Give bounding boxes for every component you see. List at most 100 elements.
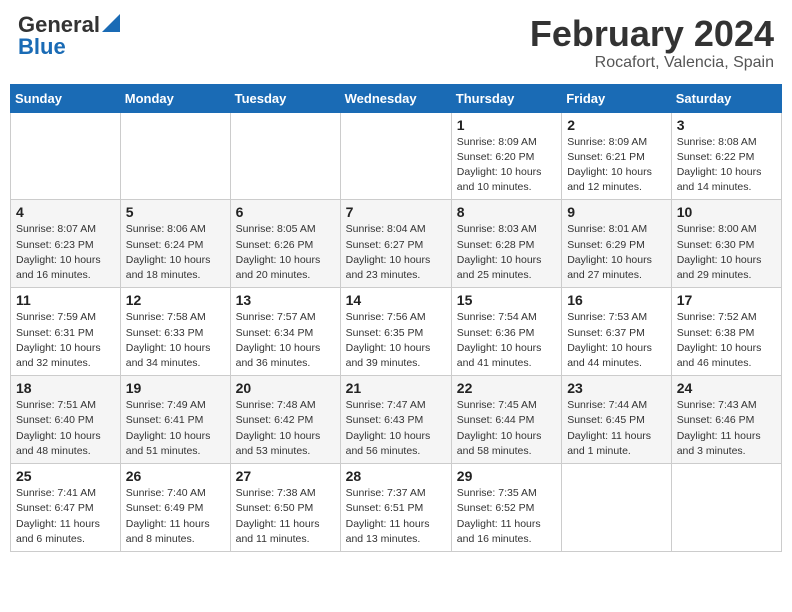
day-info: Sunrise: 7:48 AM Sunset: 6:42 PM Dayligh… bbox=[236, 398, 335, 459]
day-number: 14 bbox=[346, 292, 446, 308]
calendar-cell: 11 Sunrise: 7:59 AM Sunset: 6:31 PM Dayli… bbox=[11, 288, 121, 376]
day-number: 21 bbox=[346, 380, 446, 396]
day-number: 23 bbox=[567, 380, 666, 396]
calendar-week-row: 4 Sunrise: 8:07 AM Sunset: 6:23 PM Daylig… bbox=[11, 200, 782, 288]
calendar-cell: 5Sunrise: 8:06 AM Sunset: 6:24 PM Daylig… bbox=[120, 200, 230, 288]
calendar-cell: 8Sunrise: 8:03 AM Sunset: 6:28 PM Daylig… bbox=[451, 200, 561, 288]
day-info: Sunrise: 7:54 AM Sunset: 6:36 PM Dayligh… bbox=[457, 310, 556, 371]
day-number: 12 bbox=[126, 292, 225, 308]
logo-general-text: General bbox=[18, 14, 100, 36]
day-info: Sunrise: 8:08 AM Sunset: 6:22 PM Dayligh… bbox=[677, 135, 776, 196]
day-info: Sunrise: 8:09 AM Sunset: 6:21 PM Dayligh… bbox=[567, 135, 666, 196]
day-info: Sunrise: 8:01 AM Sunset: 6:29 PM Dayligh… bbox=[567, 222, 666, 283]
weekday-header-sunday: Sunday bbox=[11, 84, 121, 112]
calendar-week-row: 18 Sunrise: 7:51 AM Sunset: 6:40 PM Dayli… bbox=[11, 376, 782, 464]
calendar-cell: 21 Sunrise: 7:47 AM Sunset: 6:43 PM Dayli… bbox=[340, 376, 451, 464]
day-number: 16 bbox=[567, 292, 666, 308]
calendar-cell: 15 Sunrise: 7:54 AM Sunset: 6:36 PM Dayli… bbox=[451, 288, 561, 376]
calendar-cell bbox=[120, 112, 230, 200]
weekday-header-monday: Monday bbox=[120, 84, 230, 112]
day-number: 13 bbox=[236, 292, 335, 308]
day-number: 7 bbox=[346, 204, 446, 220]
calendar-cell: 26 Sunrise: 7:40 AM Sunset: 6:49 PM Dayli… bbox=[120, 464, 230, 552]
calendar-cell bbox=[671, 464, 781, 552]
logo-blue-text: Blue bbox=[18, 36, 66, 58]
calendar-cell: 19 Sunrise: 7:49 AM Sunset: 6:41 PM Dayli… bbox=[120, 376, 230, 464]
day-info: Sunrise: 8:04 AM Sunset: 6:27 PM Dayligh… bbox=[346, 222, 446, 283]
day-number: 24 bbox=[677, 380, 776, 396]
calendar-week-row: 11 Sunrise: 7:59 AM Sunset: 6:31 PM Dayli… bbox=[11, 288, 782, 376]
day-info: Sunrise: 8:09 AM Sunset: 6:20 PM Dayligh… bbox=[457, 135, 556, 196]
day-number: 3 bbox=[677, 117, 776, 133]
day-number: 28 bbox=[346, 468, 446, 484]
day-number: 6 bbox=[236, 204, 335, 220]
location-subtitle: Rocafort, Valencia, Spain bbox=[530, 54, 774, 72]
month-year-title: February 2024 bbox=[530, 14, 774, 54]
calendar-cell: 2 Sunrise: 8:09 AM Sunset: 6:21 PM Daylig… bbox=[562, 112, 672, 200]
calendar-cell: 22Sunrise: 7:45 AM Sunset: 6:44 PM Dayli… bbox=[451, 376, 561, 464]
calendar-cell bbox=[562, 464, 672, 552]
day-number: 2 bbox=[567, 117, 666, 133]
day-info: Sunrise: 7:37 AM Sunset: 6:51 PM Dayligh… bbox=[346, 486, 446, 547]
day-info: Sunrise: 7:43 AM Sunset: 6:46 PM Dayligh… bbox=[677, 398, 776, 459]
day-number: 26 bbox=[126, 468, 225, 484]
day-info: Sunrise: 7:47 AM Sunset: 6:43 PM Dayligh… bbox=[346, 398, 446, 459]
day-info: Sunrise: 7:56 AM Sunset: 6:35 PM Dayligh… bbox=[346, 310, 446, 371]
logo-triangle-icon bbox=[102, 14, 120, 32]
day-info: Sunrise: 7:52 AM Sunset: 6:38 PM Dayligh… bbox=[677, 310, 776, 371]
day-info: Sunrise: 8:06 AM Sunset: 6:24 PM Dayligh… bbox=[126, 222, 225, 283]
weekday-header-wednesday: Wednesday bbox=[340, 84, 451, 112]
day-info: Sunrise: 7:41 AM Sunset: 6:47 PM Dayligh… bbox=[16, 486, 115, 547]
day-info: Sunrise: 8:00 AM Sunset: 6:30 PM Dayligh… bbox=[677, 222, 776, 283]
day-info: Sunrise: 7:57 AM Sunset: 6:34 PM Dayligh… bbox=[236, 310, 335, 371]
day-info: Sunrise: 7:59 AM Sunset: 6:31 PM Dayligh… bbox=[16, 310, 115, 371]
day-info: Sunrise: 7:38 AM Sunset: 6:50 PM Dayligh… bbox=[236, 486, 335, 547]
day-number: 17 bbox=[677, 292, 776, 308]
weekday-header-friday: Friday bbox=[562, 84, 672, 112]
calendar-cell bbox=[11, 112, 121, 200]
day-info: Sunrise: 8:03 AM Sunset: 6:28 PM Dayligh… bbox=[457, 222, 556, 283]
weekday-header-saturday: Saturday bbox=[671, 84, 781, 112]
calendar-cell: 18 Sunrise: 7:51 AM Sunset: 6:40 PM Dayli… bbox=[11, 376, 121, 464]
calendar-cell: 4 Sunrise: 8:07 AM Sunset: 6:23 PM Daylig… bbox=[11, 200, 121, 288]
day-info: Sunrise: 7:44 AM Sunset: 6:45 PM Dayligh… bbox=[567, 398, 666, 459]
day-number: 11 bbox=[16, 292, 115, 308]
day-info: Sunrise: 7:49 AM Sunset: 6:41 PM Dayligh… bbox=[126, 398, 225, 459]
calendar-cell bbox=[340, 112, 451, 200]
calendar-week-row: 25 Sunrise: 7:41 AM Sunset: 6:47 PM Dayli… bbox=[11, 464, 782, 552]
calendar-cell: 6 Sunrise: 8:05 AM Sunset: 6:26 PM Daylig… bbox=[230, 200, 340, 288]
calendar-cell: 20 Sunrise: 7:48 AM Sunset: 6:42 PM Dayli… bbox=[230, 376, 340, 464]
day-number: 19 bbox=[126, 380, 225, 396]
day-info: Sunrise: 7:53 AM Sunset: 6:37 PM Dayligh… bbox=[567, 310, 666, 371]
title-section: February 2024 Rocafort, Valencia, Spain bbox=[530, 14, 774, 72]
calendar-cell: 27Sunrise: 7:38 AM Sunset: 6:50 PM Dayli… bbox=[230, 464, 340, 552]
day-number: 25 bbox=[16, 468, 115, 484]
day-info: Sunrise: 8:05 AM Sunset: 6:26 PM Dayligh… bbox=[236, 222, 335, 283]
calendar-cell: 24 Sunrise: 7:43 AM Sunset: 6:46 PM Dayli… bbox=[671, 376, 781, 464]
weekday-header-tuesday: Tuesday bbox=[230, 84, 340, 112]
day-info: Sunrise: 7:40 AM Sunset: 6:49 PM Dayligh… bbox=[126, 486, 225, 547]
day-number: 18 bbox=[16, 380, 115, 396]
day-number: 29 bbox=[457, 468, 556, 484]
day-info: Sunrise: 7:45 AM Sunset: 6:44 PM Dayligh… bbox=[457, 398, 556, 459]
day-number: 20 bbox=[236, 380, 335, 396]
calendar-cell: 23 Sunrise: 7:44 AM Sunset: 6:45 PM Dayli… bbox=[562, 376, 672, 464]
calendar-cell: 9 Sunrise: 8:01 AM Sunset: 6:29 PM Daylig… bbox=[562, 200, 672, 288]
day-number: 1 bbox=[457, 117, 556, 133]
day-info: Sunrise: 7:51 AM Sunset: 6:40 PM Dayligh… bbox=[16, 398, 115, 459]
calendar-cell bbox=[230, 112, 340, 200]
day-number: 9 bbox=[567, 204, 666, 220]
day-info: Sunrise: 8:07 AM Sunset: 6:23 PM Dayligh… bbox=[16, 222, 115, 283]
calendar-cell: 1 Sunrise: 8:09 AM Sunset: 6:20 PM Daylig… bbox=[451, 112, 561, 200]
day-number: 10 bbox=[677, 204, 776, 220]
day-info: Sunrise: 7:58 AM Sunset: 6:33 PM Dayligh… bbox=[126, 310, 225, 371]
weekday-header-thursday: Thursday bbox=[451, 84, 561, 112]
calendar-cell: 29Sunrise: 7:35 AM Sunset: 6:52 PM Dayli… bbox=[451, 464, 561, 552]
day-number: 15 bbox=[457, 292, 556, 308]
calendar-cell: 12 Sunrise: 7:58 AM Sunset: 6:33 PM Dayli… bbox=[120, 288, 230, 376]
calendar-week-row: 1 Sunrise: 8:09 AM Sunset: 6:20 PM Daylig… bbox=[11, 112, 782, 200]
calendar-table: SundayMondayTuesdayWednesdayThursdayFrid… bbox=[10, 84, 782, 552]
calendar-cell: 3 Sunrise: 8:08 AM Sunset: 6:22 PM Daylig… bbox=[671, 112, 781, 200]
calendar-cell: 17 Sunrise: 7:52 AM Sunset: 6:38 PM Dayli… bbox=[671, 288, 781, 376]
day-number: 4 bbox=[16, 204, 115, 220]
